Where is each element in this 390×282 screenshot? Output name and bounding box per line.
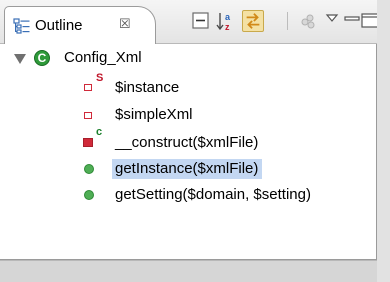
outline-tab[interactable]: Outline ☒ <box>4 6 156 44</box>
collapse-all-icon[interactable] <box>190 10 212 32</box>
toolbar-separator <box>287 12 288 30</box>
tree-member-node[interactable]: __construct($xmlFile) <box>115 131 258 155</box>
tab-close-button[interactable]: ☒ <box>119 15 131 33</box>
member-label: $simpleXml <box>115 106 193 123</box>
svg-text:z: z <box>225 22 230 32</box>
private-method-icon <box>83 138 93 147</box>
static-modifier-badge: S <box>96 72 104 84</box>
maximize-icon[interactable] <box>360 10 377 32</box>
tree-member-node-selected[interactable]: getInstance($xmlFile) <box>112 157 263 181</box>
tab-title: Outline <box>35 17 83 34</box>
filter-icon[interactable] <box>298 10 320 32</box>
view-header: Outline ☒ a z <box>0 0 377 44</box>
private-field-icon <box>84 112 92 119</box>
outline-icon <box>13 18 30 34</box>
constructor-modifier-badge: c <box>96 126 103 138</box>
sort-alpha-icon[interactable]: a z <box>215 10 237 32</box>
tree-member-node[interactable]: $instance <box>115 76 179 100</box>
outline-view: Outline ☒ a z C Config_Xml S $instance $… <box>0 0 377 260</box>
member-label: getInstance($xmlFile) <box>112 159 263 179</box>
adjacent-view-edge <box>377 0 390 282</box>
public-method-icon <box>84 190 94 200</box>
expand-twisty-icon[interactable] <box>14 54 26 64</box>
tree-class-node[interactable]: Config_Xml <box>64 46 142 70</box>
class-icon: C <box>34 50 50 66</box>
member-label: __construct($xmlFile) <box>115 134 259 151</box>
class-name: Config_Xml <box>64 49 142 66</box>
member-label: $instance <box>115 79 180 96</box>
private-field-icon <box>84 84 92 91</box>
view-menu-icon[interactable] <box>322 10 344 32</box>
link-with-editor-icon[interactable] <box>242 10 264 32</box>
svg-text:a: a <box>225 12 231 22</box>
tree-member-node[interactable]: $simpleXml <box>115 103 193 127</box>
tree-member-node[interactable]: getSetting($domain, $setting) <box>115 183 311 207</box>
public-method-icon <box>84 164 94 174</box>
member-label: getSetting($domain, $setting) <box>115 186 311 203</box>
bottom-sash <box>0 260 377 282</box>
